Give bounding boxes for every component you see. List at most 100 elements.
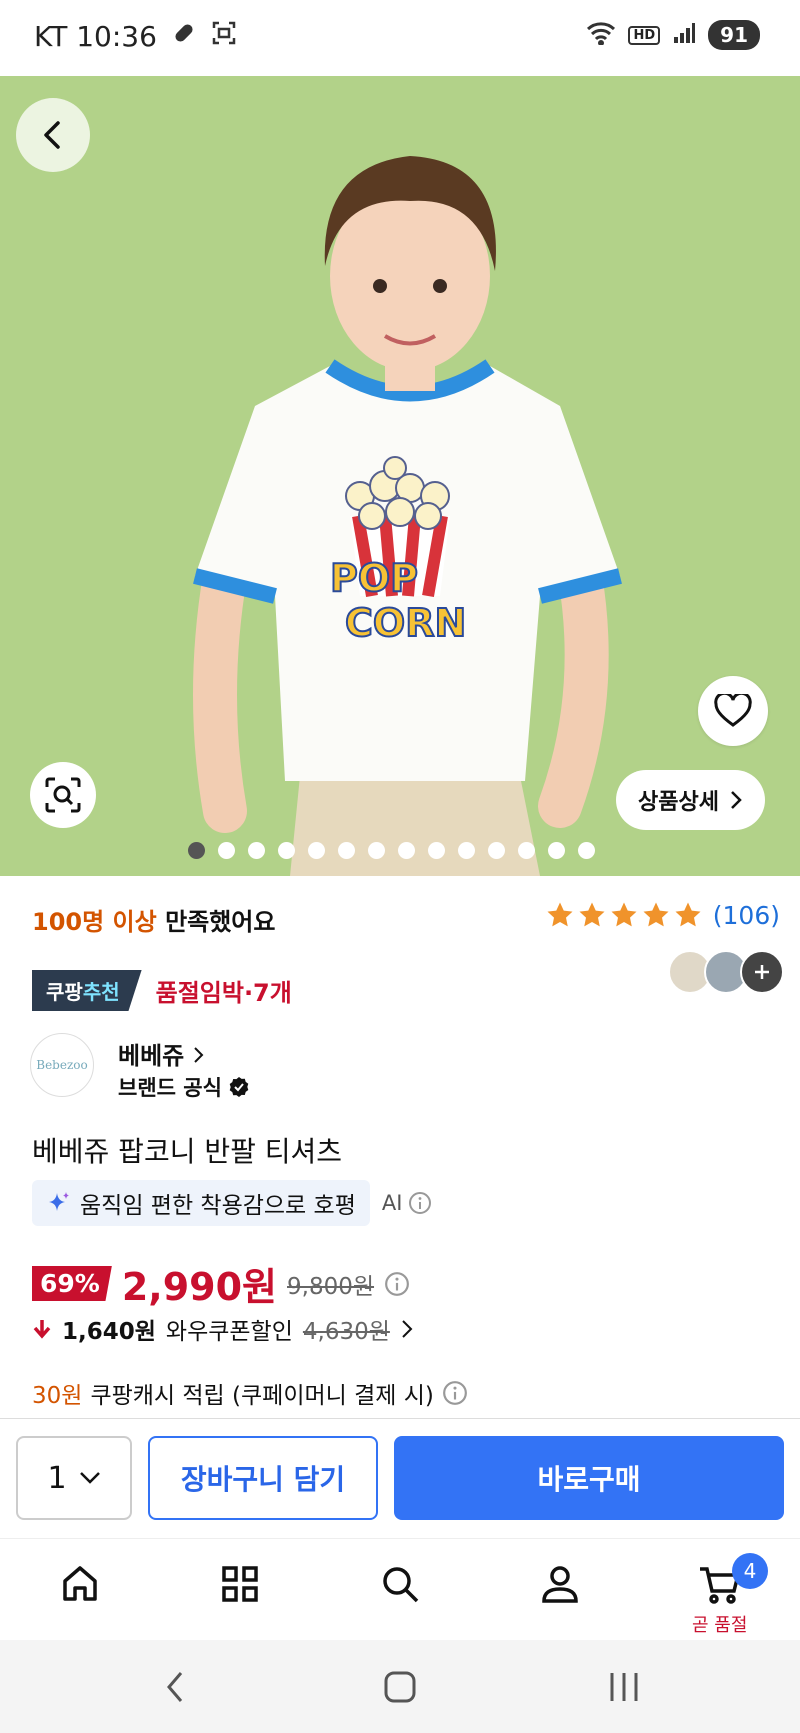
ai-label: AI	[381, 1191, 403, 1215]
cash-reward-row: 30원 쿠팡캐시 적립 (쿠페이머니 결제 시)	[32, 1376, 468, 1410]
heart-icon	[714, 694, 752, 727]
review-photos[interactable]	[668, 950, 784, 994]
buy-now-button[interactable]: 바로구매	[394, 1436, 784, 1520]
brand-official-label: 브랜드 공식	[118, 1076, 222, 1100]
pagination-dot[interactable]	[248, 842, 265, 859]
system-recents-button[interactable]	[594, 1662, 654, 1712]
product-detail-label: 상품상세	[638, 790, 719, 815]
brand-logo[interactable]: Bebezoo	[30, 1033, 94, 1097]
add-to-cart-button[interactable]: 장바구니 담기	[148, 1436, 378, 1520]
back-button[interactable]	[16, 98, 90, 172]
star-icon	[579, 902, 605, 927]
discount-badge: 69%	[32, 1266, 112, 1301]
satisfaction-label: 만족했어요	[165, 908, 276, 936]
pagination-dot[interactable]	[308, 842, 325, 859]
image-pagination	[188, 842, 595, 859]
image-search-icon	[45, 777, 81, 813]
brand-logo-text: Bebezoo	[36, 1058, 88, 1072]
user-icon	[542, 1566, 578, 1603]
pagination-dot[interactable]	[488, 842, 505, 859]
nav-search[interactable]	[370, 1559, 430, 1609]
nav-my-account[interactable]	[530, 1559, 590, 1609]
hd-icon: HD	[628, 25, 661, 45]
chevron-right-icon	[731, 791, 742, 809]
pagination-dot[interactable]	[578, 842, 595, 859]
coupon-row[interactable]: 1,640원 와우쿠폰할인 4,630원	[32, 1312, 414, 1346]
ai-summary-row: 움직임 편한 착용감으로 호평 AI	[32, 1180, 432, 1226]
info-icon[interactable]	[384, 1271, 410, 1297]
pagination-dot[interactable]	[518, 842, 535, 859]
purchase-action-bar: 1 장바구니 담기 바로구매	[0, 1418, 800, 1538]
home-square-icon	[384, 1671, 416, 1703]
product-image[interactable]: POP CORN 상품상세	[0, 76, 800, 876]
grid-icon	[222, 1566, 258, 1602]
cash-amount: 30원	[32, 1383, 83, 1409]
satisfaction-highlight: 100명 이상	[32, 908, 157, 936]
svg-text:CORN: CORN	[345, 601, 466, 645]
star-icon	[547, 902, 573, 927]
more-reviews-button[interactable]	[740, 950, 784, 994]
original-price: 9,800원	[287, 1273, 375, 1300]
system-nav-bar	[0, 1640, 800, 1733]
pagination-dot[interactable]	[458, 842, 475, 859]
screenshot-icon	[211, 20, 237, 53]
pagination-dot[interactable]	[428, 842, 445, 859]
chevron-left-icon	[167, 1672, 183, 1702]
brand-name: 베베쥬	[118, 1042, 185, 1070]
pagination-dot[interactable]	[188, 842, 205, 859]
system-back-button[interactable]	[145, 1662, 205, 1712]
nav-home[interactable]	[50, 1559, 110, 1609]
chevron-down-icon	[79, 1472, 100, 1484]
nav-categories[interactable]	[210, 1559, 270, 1609]
rec-badge-prefix: 쿠팡	[46, 980, 83, 1004]
pagination-dot[interactable]	[338, 842, 355, 859]
signal-icon	[672, 21, 696, 49]
arrow-down-icon	[33, 1320, 51, 1339]
star-icon	[675, 902, 701, 927]
coupon-label: 와우쿠폰할인	[165, 1319, 293, 1345]
plus-icon	[755, 965, 769, 979]
product-photo: POP CORN	[0, 76, 800, 876]
chevron-right-icon	[402, 1320, 413, 1338]
pill-icon	[171, 20, 197, 53]
product-title: 베베쥬 팝코니 반팔 티셔츠	[32, 1135, 343, 1168]
image-search-button[interactable]	[30, 762, 96, 828]
search-icon	[383, 1567, 419, 1603]
rec-badge-suffix: 추천	[82, 980, 120, 1004]
pagination-dot[interactable]	[368, 842, 385, 859]
status-left: KT 10:36	[34, 20, 237, 53]
info-icon	[409, 1192, 432, 1214]
ai-summary-text: 움직임 편한 착용감으로 호평	[80, 1193, 356, 1219]
price-row: 69% 2,990원 9,800원	[32, 1256, 410, 1311]
sale-price: 2,990원	[121, 1265, 278, 1309]
carrier-time: KT 10:36	[34, 20, 157, 53]
star-icon	[643, 902, 669, 927]
coupang-recommend-badge: 쿠팡추천	[32, 970, 142, 1011]
quantity-select[interactable]: 1	[16, 1436, 132, 1520]
coupon-amount: 1,640원	[62, 1319, 156, 1345]
ai-info[interactable]: AI	[382, 1191, 433, 1215]
product-detail-button[interactable]: 상품상세	[616, 770, 765, 830]
chevron-left-icon	[44, 121, 60, 149]
badge-row: 쿠팡추천 품절임박·7개	[32, 970, 292, 1011]
brand-official: 브랜드 공식	[118, 1072, 250, 1102]
wifi-icon	[586, 21, 616, 49]
cart-count-badge: 4	[732, 1553, 768, 1589]
sparkle-icon	[49, 1192, 69, 1211]
pagination-dot[interactable]	[398, 842, 415, 859]
svg-text:POP: POP	[330, 556, 418, 600]
system-home-button[interactable]	[370, 1662, 430, 1712]
pagination-dot[interactable]	[218, 842, 235, 859]
satisfaction-text: 100명 이상 만족했어요	[32, 902, 275, 937]
review-count[interactable]: (106)	[713, 901, 780, 930]
ai-summary-chip[interactable]: 움직임 편한 착용감으로 호평	[32, 1180, 370, 1226]
rating[interactable]: (106)	[545, 900, 780, 930]
pagination-dot[interactable]	[548, 842, 565, 859]
bottom-nav: 4 곧 품절	[0, 1538, 800, 1640]
brand-name-link[interactable]: 베베쥬	[118, 1036, 205, 1071]
pagination-dot[interactable]	[278, 842, 295, 859]
status-right: HD 91	[586, 20, 760, 50]
wishlist-button[interactable]	[698, 676, 768, 746]
quantity-value: 1	[47, 1460, 67, 1496]
info-icon[interactable]	[442, 1380, 468, 1406]
